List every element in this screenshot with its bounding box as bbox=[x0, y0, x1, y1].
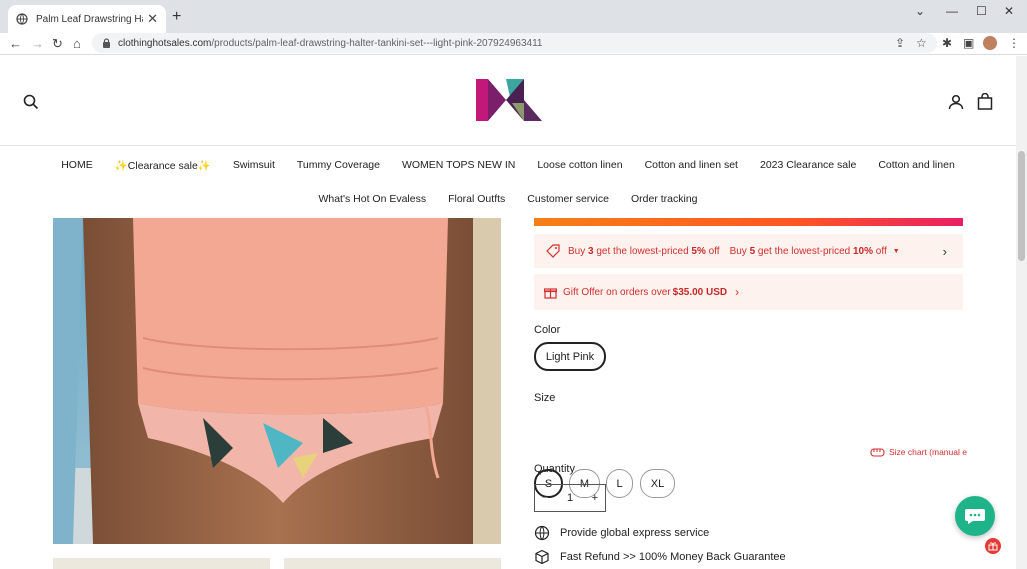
home-icon[interactable]: ⌂ bbox=[73, 36, 81, 51]
thumbnail-1[interactable] bbox=[53, 558, 270, 569]
size-chart-link[interactable]: Size chart (manual e bbox=[870, 446, 967, 458]
chat-button[interactable] bbox=[955, 496, 995, 536]
gift-offer-text: Gift Offer on orders over bbox=[563, 286, 671, 298]
new-tab-icon[interactable]: + bbox=[172, 8, 181, 26]
nav-link[interactable]: Cotton and linen bbox=[878, 159, 954, 172]
nav-link[interactable]: ✨Clearance sale✨ bbox=[115, 159, 211, 172]
site-header bbox=[0, 56, 1016, 146]
nav-link[interactable]: WOMEN TOPS NEW IN bbox=[402, 159, 515, 172]
browser-tab[interactable]: Palm Leaf Drawstring Halter Tankini ✕ bbox=[8, 5, 166, 33]
quantity-value[interactable]: 1 bbox=[567, 492, 573, 504]
extensions-icon[interactable]: ✱ bbox=[942, 36, 952, 50]
caret-down-icon[interactable]: ▼ bbox=[893, 248, 900, 255]
quantity-increase-button[interactable]: + bbox=[592, 492, 598, 504]
quantity-stepper: − 1 + bbox=[534, 484, 606, 512]
ruler-icon bbox=[870, 446, 885, 458]
feature-global-shipping: Provide global express service bbox=[534, 525, 709, 541]
nav-link[interactable]: Order tracking bbox=[631, 193, 698, 205]
browser-tab-strip: Palm Leaf Drawstring Halter Tankini ✕ + … bbox=[0, 0, 1027, 33]
nav-row-primary: HOME ✨Clearance sale✨ Swimsuit Tummy Covera… bbox=[0, 159, 1016, 172]
nav-link[interactable]: Floral Outfts bbox=[448, 193, 505, 205]
nav-link[interactable]: HOME bbox=[61, 159, 93, 172]
color-label: Color bbox=[534, 324, 561, 336]
thumbnail-2[interactable] bbox=[284, 558, 501, 569]
close-tab-icon[interactable]: ✕ bbox=[147, 11, 158, 27]
nav-link[interactable]: What's Hot On Evaless bbox=[318, 193, 426, 205]
feature-refund: Fast Refund >> 100% Money Back Guarantee bbox=[534, 549, 786, 565]
discount-offer-2: Buy 5 get the lowest-priced 10% off bbox=[729, 245, 887, 257]
nav-link[interactable]: Swimsuit bbox=[233, 159, 275, 172]
product-image[interactable] bbox=[53, 218, 501, 544]
page-scrollbar[interactable] bbox=[1016, 56, 1027, 569]
nav-link[interactable]: Loose cotton linen bbox=[537, 159, 622, 172]
url-path: /products/palm-leaf-drawstring-halter-ta… bbox=[211, 37, 543, 49]
share-icon[interactable]: ⇪ bbox=[895, 36, 905, 50]
tag-icon bbox=[546, 244, 560, 258]
chevron-right-icon[interactable]: › bbox=[943, 244, 947, 259]
reload-icon[interactable]: ↻ bbox=[52, 36, 63, 52]
main-nav: HOME ✨Clearance sale✨ Swimsuit Tummy Covera… bbox=[0, 147, 1016, 219]
tab-search-icon[interactable]: ⌄ bbox=[915, 4, 925, 18]
account-icon[interactable] bbox=[947, 93, 965, 111]
quantity-discount-banner[interactable]: Buy 3 get the lowest-priced 5% off Buy 5… bbox=[534, 234, 963, 268]
address-bar-row: ← → ↻ ⌂ clothinghotsales.com/products/pa… bbox=[0, 33, 1027, 55]
box-icon bbox=[534, 549, 550, 565]
size-label: Size bbox=[534, 392, 556, 404]
gift-icon bbox=[544, 286, 557, 299]
scrollbar-thumb[interactable] bbox=[1018, 151, 1025, 261]
nav-link[interactable]: Cotton and linen set bbox=[645, 159, 738, 172]
nav-link[interactable]: 2023 Clearance sale bbox=[760, 159, 856, 172]
browser-menu-icon[interactable]: ⋮ bbox=[1008, 36, 1020, 50]
globe-icon bbox=[16, 13, 28, 25]
color-option-light-pink[interactable]: Light Pink bbox=[534, 342, 606, 371]
discount-offer-1: Buy 3 get the lowest-priced 5% off bbox=[568, 245, 720, 257]
nav-row-secondary: What's Hot On Evaless Floral Outfts Custom… bbox=[0, 193, 1016, 205]
profile-avatar[interactable] bbox=[983, 36, 997, 50]
window-close-icon[interactable]: ✕ bbox=[1004, 4, 1014, 18]
minimize-icon[interactable]: — bbox=[946, 4, 958, 18]
rewards-icon[interactable] bbox=[985, 538, 1001, 554]
maximize-icon[interactable]: ☐ bbox=[976, 4, 987, 18]
promo-progress-bar bbox=[534, 218, 963, 226]
nav-link[interactable]: Customer service bbox=[527, 193, 609, 205]
site-logo[interactable] bbox=[476, 79, 542, 121]
size-option-xl[interactable]: XL bbox=[640, 469, 675, 498]
web-page: HOME ✨Clearance sale✨ Swimsuit Tummy Covera… bbox=[0, 56, 1016, 569]
globe-icon bbox=[534, 525, 550, 541]
gift-offer-amount: $35.00 USD bbox=[672, 286, 728, 298]
cart-icon[interactable] bbox=[976, 92, 994, 110]
forward-icon[interactable]: → bbox=[31, 36, 44, 51]
back-icon[interactable]: ← bbox=[9, 36, 22, 51]
search-icon[interactable] bbox=[22, 93, 40, 111]
tab-title: Palm Leaf Drawstring Halter Tankini bbox=[36, 13, 143, 25]
bookmark-star-icon[interactable]: ☆ bbox=[916, 36, 927, 50]
gift-offer-banner[interactable]: Gift Offer on orders over $35.00 USD › bbox=[534, 274, 963, 310]
quantity-decrease-button[interactable]: − bbox=[542, 492, 548, 504]
lock-icon bbox=[102, 38, 111, 48]
nav-link[interactable]: Tummy Coverage bbox=[297, 159, 380, 172]
chevron-right-icon[interactable]: › bbox=[735, 285, 739, 299]
url-field[interactable]: clothinghotsales.com/products/palm-leaf-… bbox=[92, 33, 937, 53]
size-option-l[interactable]: L bbox=[606, 469, 633, 498]
side-panel-icon[interactable]: ▣ bbox=[963, 36, 974, 50]
url-host: clothinghotsales.com bbox=[118, 37, 212, 49]
quantity-label: Quantity bbox=[534, 463, 575, 475]
